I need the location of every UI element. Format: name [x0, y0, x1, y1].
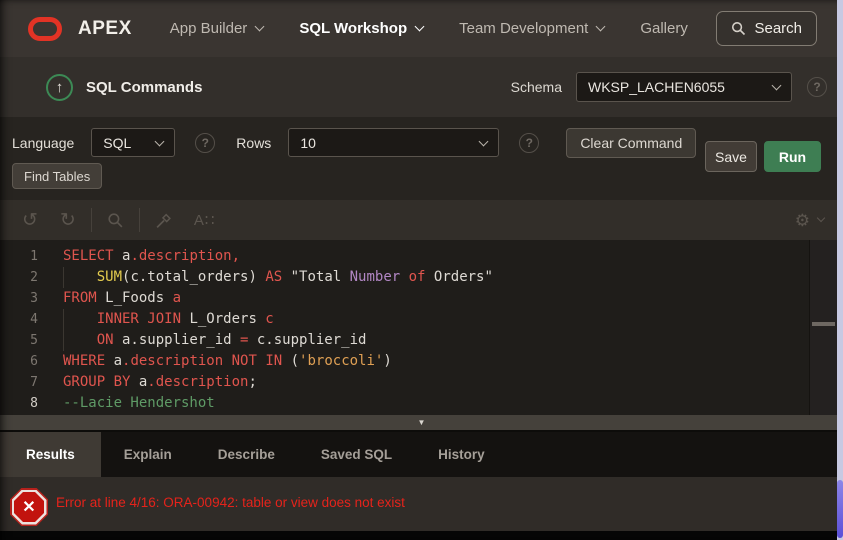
schema-select-value: WKSP_LACHEN6055 [588, 79, 725, 95]
apex-sql-commands-window: APEX App Builder SQL Workshop Team Develop… [0, 0, 843, 540]
autocomplete-icon[interactable]: A∷ [194, 213, 216, 228]
window-scrollbar[interactable] [837, 0, 843, 540]
top-nav-bar: APEX App Builder SQL Workshop Team Develop… [0, 0, 843, 57]
code-text: INNER JOIN L_Orders c [44, 309, 274, 330]
hammer-icon[interactable] [155, 212, 172, 229]
line-number: 1 [30, 249, 38, 264]
language-select-value: SQL [103, 134, 132, 151]
tab-saved-sql[interactable]: Saved SQL [298, 432, 415, 477]
page-title: SQL Commands [86, 78, 203, 96]
editor-settings-menu[interactable]: ⚙ [794, 210, 826, 230]
page-header-bar: ↑ SQL Commands Schema WKSP_LACHEN6055 ? [0, 57, 843, 117]
line-number: 5 [30, 333, 38, 348]
editor-scrollbar[interactable] [809, 240, 837, 415]
tab-results[interactable]: Results [0, 432, 101, 477]
main-nav: App Builder SQL Workshop Team Development G… [170, 20, 688, 37]
search-button[interactable]: Search [716, 11, 817, 46]
rows-select-value: 10 [300, 134, 316, 151]
code-line[interactable]: 5 ON a.supplier_id = c.supplier_id [0, 330, 843, 351]
code-text: GROUP BY a.description; [63, 374, 257, 390]
nav-item-team-development[interactable]: Team Development [459, 20, 606, 37]
language-help-icon[interactable]: ? [195, 132, 216, 153]
clear-command-button[interactable]: Clear Command [566, 127, 697, 158]
code-text: SELECT a.description, [63, 248, 241, 264]
window-scrollbar-thumb[interactable] [837, 480, 843, 538]
rows-select[interactable]: 10 [288, 128, 500, 157]
tab-explain[interactable]: Explain [101, 432, 195, 477]
language-select[interactable]: SQL [91, 128, 176, 157]
line-number: 2 [30, 270, 38, 285]
code-text: --Lacie Hendershot [63, 395, 215, 411]
editor-lines: 1 SELECT a.description, 2 SUM(c.total_orde… [0, 240, 843, 414]
redo-icon[interactable]: ↻ [60, 211, 76, 230]
tab-history[interactable]: History [415, 432, 508, 477]
rows-help-icon[interactable]: ? [519, 132, 540, 153]
tab-describe[interactable]: Describe [195, 432, 298, 477]
line-number: 3 [30, 291, 38, 306]
bottom-edge [0, 531, 843, 540]
search-icon [731, 21, 746, 36]
code-line[interactable]: 3 FROM L_Foods a [0, 288, 843, 309]
code-line[interactable]: 7 GROUP BY a.description; [0, 372, 843, 393]
rows-label: Rows [236, 134, 272, 151]
sql-code-editor[interactable]: 1 SELECT a.description, 2 SUM(c.total_orde… [0, 240, 843, 415]
code-line[interactable]: 2 SUM(c.total_orders) AS "Total Number o… [0, 267, 843, 288]
nav-item-gallery[interactable]: Gallery [640, 20, 688, 37]
code-line[interactable]: 8 --Lacie Hendershot [0, 393, 843, 414]
code-line[interactable]: 1 SELECT a.description, [0, 246, 843, 267]
chevron-down-icon [478, 136, 489, 146]
indent-guide [63, 267, 64, 288]
chevron-down-icon [414, 21, 425, 32]
controls-row: Language SQL ? Rows 10 ? Clear Command S… [12, 127, 831, 172]
code-line[interactable]: 6 WHERE a.description NOT IN ('broccoli') [0, 351, 843, 372]
run-button[interactable]: Run [764, 141, 821, 172]
schema-help-icon[interactable]: ? [807, 77, 827, 97]
toolbar-divider [90, 208, 92, 232]
code-text: ON a.supplier_id = c.supplier_id [44, 330, 366, 351]
code-text: SUM(c.total_orders) AS "Total Number of … [44, 267, 493, 288]
line-number: 8 [30, 396, 38, 411]
error-stop-icon: ✕ [10, 488, 48, 526]
language-label: Language [12, 134, 75, 151]
chevron-down-icon [816, 213, 826, 223]
editor-toolbar: ↺ ↻ A∷ ⚙ [0, 200, 843, 240]
pane-splitter[interactable]: ▼ [0, 415, 843, 430]
line-number: 6 [30, 354, 38, 369]
oracle-logo-icon[interactable] [28, 16, 62, 41]
code-text: FROM L_Foods a [63, 290, 182, 306]
chevron-down-icon [771, 80, 782, 91]
undo-icon[interactable]: ↺ [22, 211, 38, 230]
up-arrow-icon[interactable]: ↑ [46, 73, 73, 101]
line-number: 7 [30, 375, 38, 390]
save-button[interactable]: Save [705, 141, 757, 172]
toolbar-divider [138, 208, 140, 232]
schema-select[interactable]: WKSP_LACHEN6055 [576, 72, 792, 102]
gear-icon: ⚙ [794, 210, 810, 230]
find-tables-button[interactable]: Find Tables [12, 163, 103, 189]
results-panel: ✕ Error at line 4/16: ORA-00942: table o… [0, 477, 843, 531]
results-tab-bar: Results Explain Describe Saved SQL History [0, 430, 843, 477]
schema-label: Schema [510, 79, 562, 95]
code-text: WHERE a.description NOT IN ('broccoli') [63, 353, 392, 369]
indent-guide [63, 330, 64, 351]
chevron-down-icon [154, 136, 165, 146]
editor-scrollbar-thumb[interactable] [812, 322, 835, 326]
code-line[interactable]: 4 INNER JOIN L_Orders c [0, 309, 843, 330]
command-controls: Language SQL ? Rows 10 ? Clear Command S… [0, 117, 843, 200]
indent-guide [63, 309, 64, 330]
splitter-handle-icon: ▼ [417, 418, 426, 427]
line-number: 4 [30, 312, 38, 327]
find-icon[interactable] [107, 212, 124, 229]
brand-apex[interactable]: APEX [78, 18, 132, 40]
nav-item-sql-workshop[interactable]: SQL Workshop [299, 20, 425, 37]
chevron-down-icon [595, 21, 606, 32]
search-button-label: Search [754, 20, 802, 37]
chevron-down-icon [254, 21, 265, 32]
nav-item-app-builder[interactable]: App Builder [170, 20, 265, 37]
error-message: Error at line 4/16: ORA-00942: table or … [56, 495, 405, 510]
